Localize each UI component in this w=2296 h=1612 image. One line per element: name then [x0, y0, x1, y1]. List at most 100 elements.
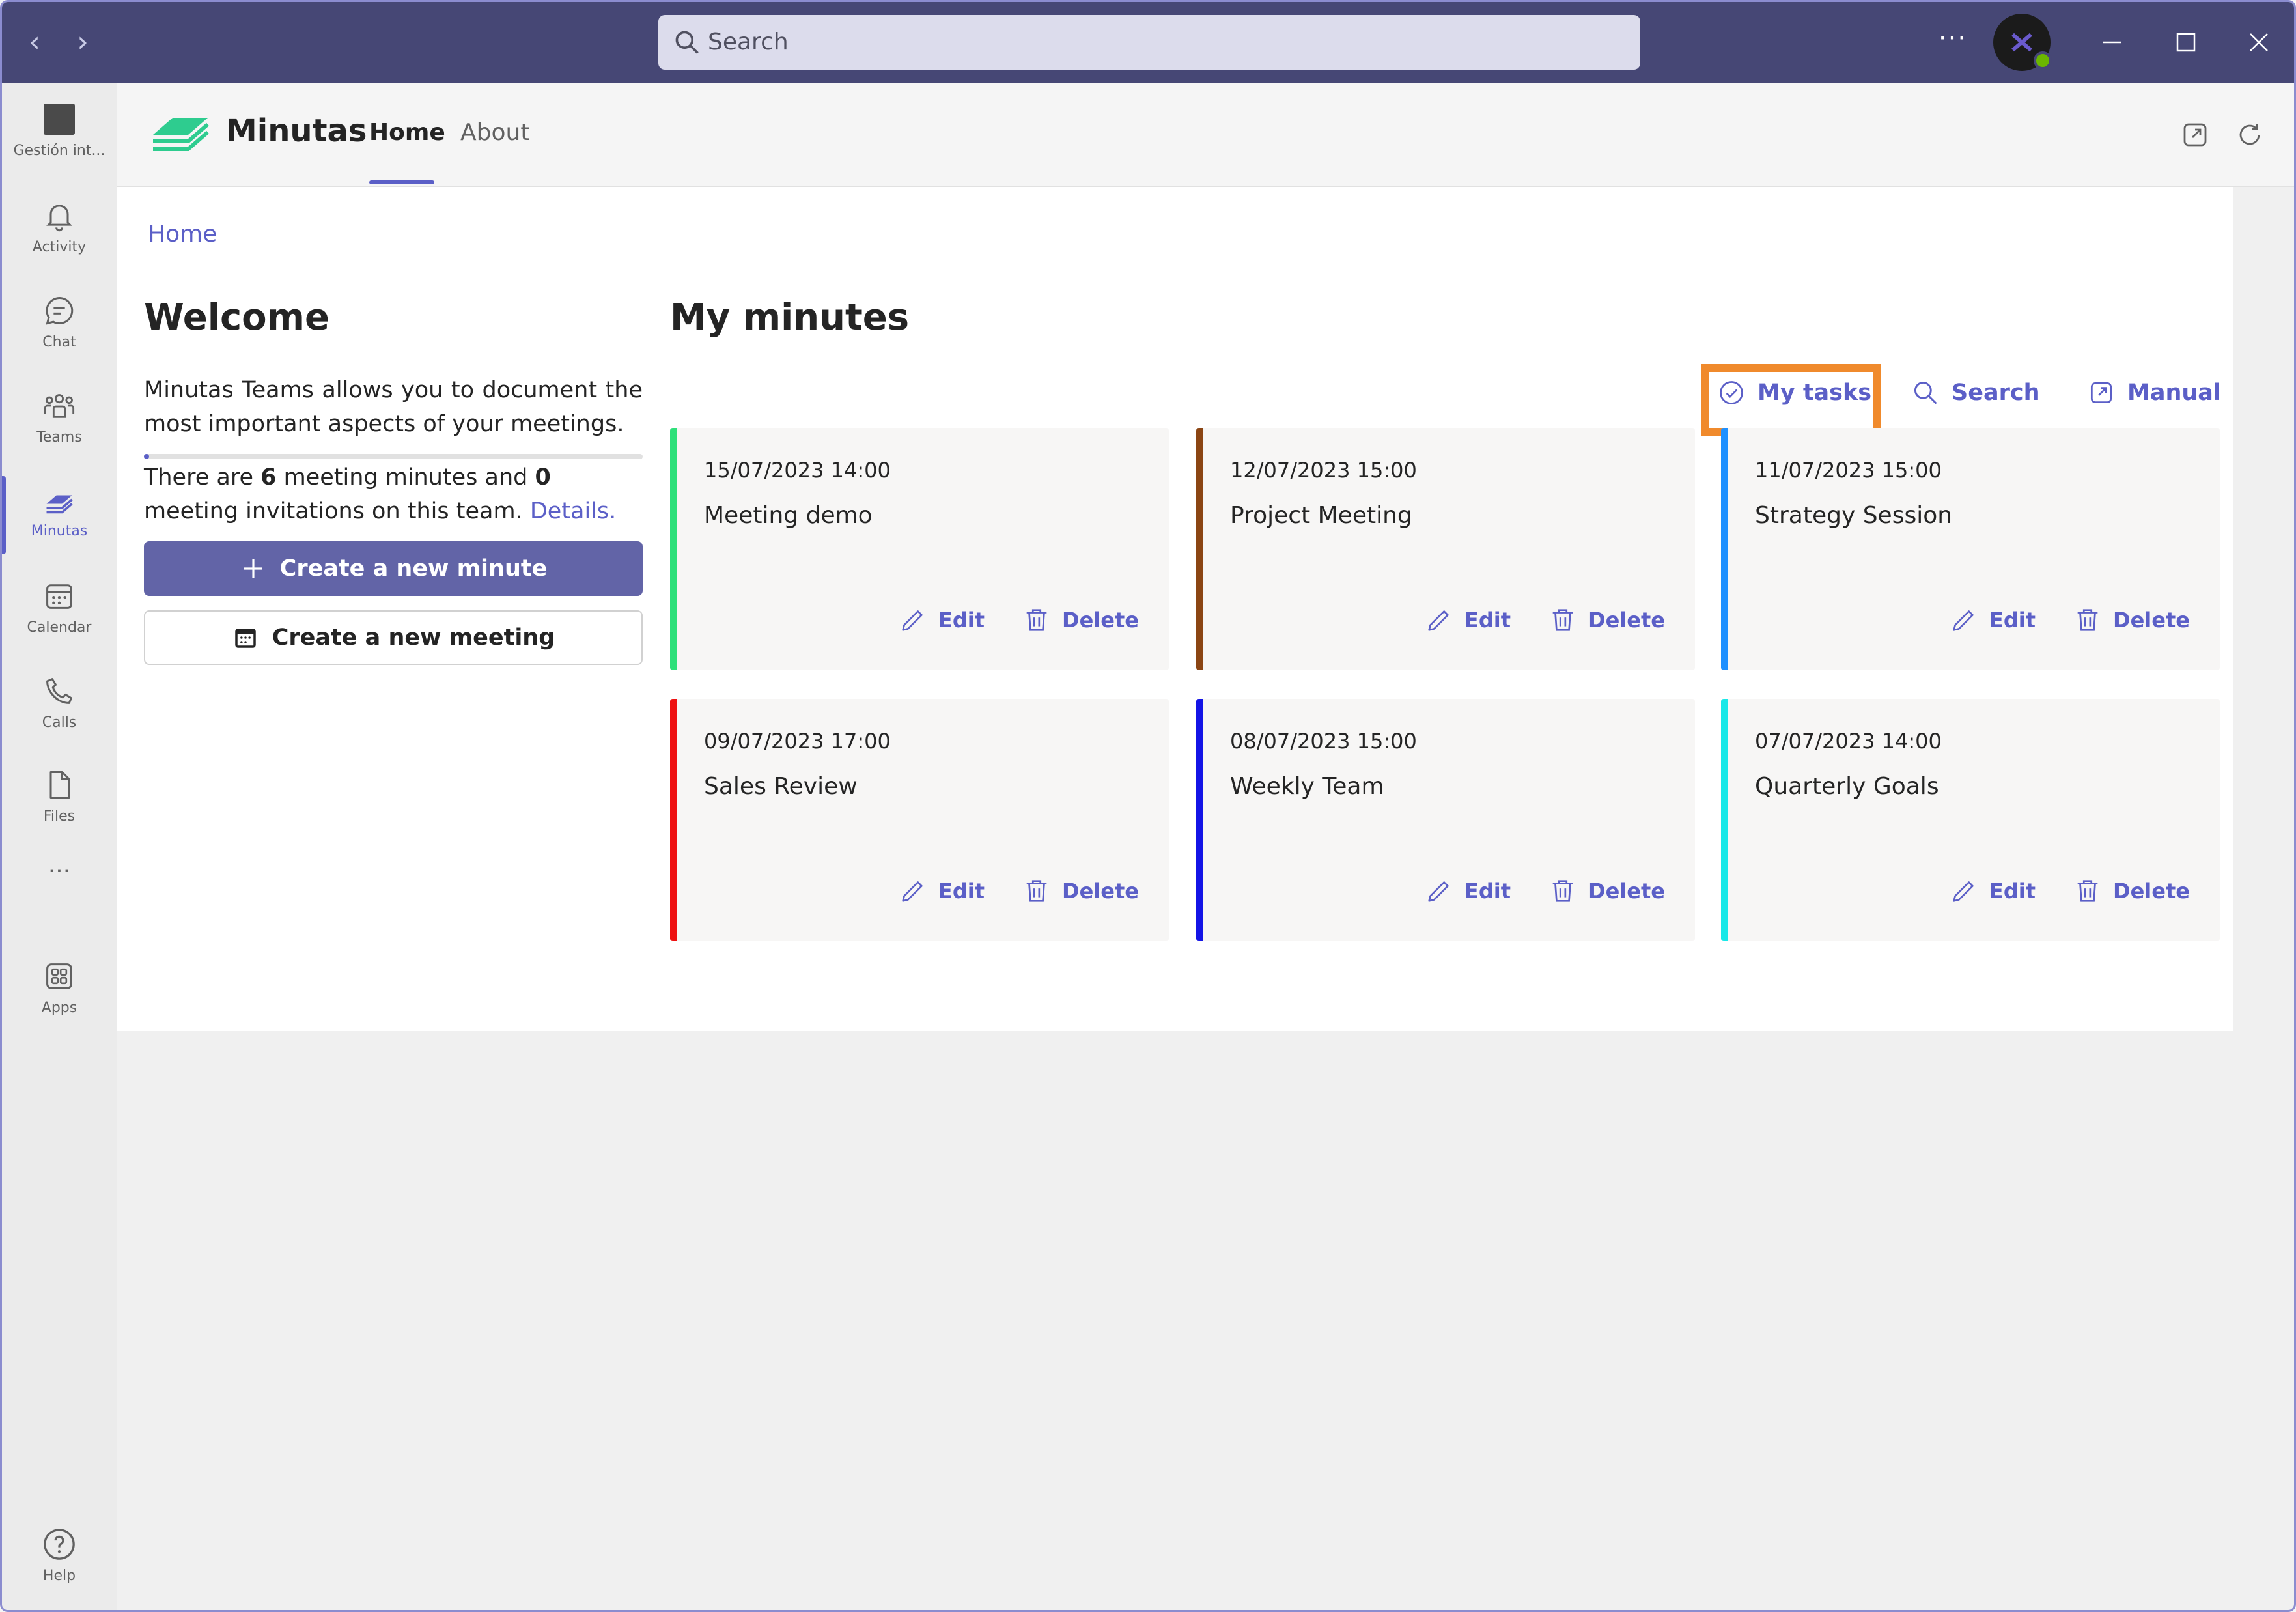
trash-icon — [1026, 880, 1047, 902]
popout-icon[interactable] — [2179, 119, 2211, 150]
welcome-description: Minutas Teams allows you to document the… — [144, 377, 643, 437]
stats-middle: meeting minutes and — [276, 464, 535, 490]
refresh-icon[interactable] — [2234, 119, 2265, 150]
edit-button[interactable]: Edit — [1949, 875, 2036, 907]
more-options-icon[interactable]: ··· — [1935, 23, 1971, 59]
rail-item-label: Files — [43, 808, 76, 825]
rail-item-label: Calls — [42, 714, 77, 731]
rail-item-files[interactable]: Files — [2, 761, 117, 846]
rail-item-more[interactable]: ··· — [2, 858, 117, 897]
teams-window: ‹ › Search ··· Gestión int... Activity C… — [0, 0, 2296, 1612]
edit-button[interactable]: Edit — [1949, 604, 2036, 636]
app-rail: Gestión int... Activity Chat Teams Minut… — [2, 83, 117, 1610]
edit-button[interactable]: Edit — [898, 604, 985, 636]
delete-button[interactable]: Delete — [1022, 604, 1139, 636]
trash-icon — [2077, 609, 2098, 631]
edit-button[interactable]: Edit — [1424, 875, 1511, 907]
rail-item-calendar[interactable]: Calendar — [2, 573, 117, 657]
minute-card[interactable]: 08/07/2023 15:00 Weekly Team Edit Delete — [1196, 699, 1695, 941]
manual-button[interactable]: Manual — [2087, 376, 2221, 410]
edit-label: Edit — [1989, 879, 2036, 903]
app-name: Minutas — [226, 113, 367, 149]
rail-item-chat[interactable]: Chat — [2, 287, 117, 372]
minute-card[interactable]: 07/07/2023 14:00 Quarterly Goals Edit De… — [1721, 699, 2220, 941]
minute-date: 12/07/2023 15:00 — [1230, 458, 1417, 483]
back-icon[interactable]: ‹ — [19, 27, 50, 58]
edit-button[interactable]: Edit — [1424, 604, 1511, 636]
rail-item-minutas[interactable]: Minutas — [2, 476, 117, 561]
delete-label: Delete — [2113, 879, 2190, 903]
phone-icon — [46, 678, 72, 704]
rail-item-apps[interactable]: Apps — [2, 953, 117, 1038]
help-label: Help — [42, 1568, 76, 1584]
tab-home[interactable]: Home — [369, 119, 445, 146]
avatar[interactable] — [1993, 14, 2052, 71]
team-square-icon — [44, 104, 75, 135]
edit-label: Edit — [1464, 608, 1511, 632]
search-icon — [1914, 381, 1937, 404]
rail-item-label: Chat — [42, 334, 76, 350]
stats-text: There are 6 meeting minutes and 0 meetin… — [144, 460, 652, 528]
delete-label: Delete — [1588, 879, 1665, 903]
trash-icon — [1552, 880, 1573, 902]
minutes-count: 6 — [260, 464, 277, 490]
delete-button[interactable]: Delete — [1548, 875, 1665, 907]
rail-item-gestion[interactable]: Gestión int... — [2, 96, 117, 180]
minute-card[interactable]: 11/07/2023 15:00 Strategy Session Edit D… — [1721, 428, 2220, 670]
trash-icon — [1552, 609, 1573, 631]
breadcrumb[interactable]: Home — [148, 221, 217, 247]
app-header: Minutas Home About — [117, 83, 2294, 187]
minute-date: 08/07/2023 15:00 — [1230, 729, 1417, 754]
minute-title: Meeting demo — [704, 502, 873, 529]
search-input[interactable]: Search — [658, 15, 1640, 70]
rail-item-label: Gestión int... — [13, 143, 105, 159]
file-icon — [49, 771, 70, 799]
delete-button[interactable]: Delete — [2073, 604, 2190, 636]
minute-title: Quarterly Goals — [1755, 773, 1939, 800]
rail-item-label: Calendar — [27, 619, 92, 636]
pencil-icon — [902, 610, 923, 631]
edit-button[interactable]: Edit — [898, 875, 985, 907]
rail-item-help[interactable]: Help — [2, 1526, 117, 1598]
delete-label: Delete — [2113, 608, 2190, 632]
tab-about[interactable]: About — [460, 119, 529, 146]
search-icon — [675, 31, 699, 54]
forward-icon[interactable]: › — [67, 27, 98, 58]
plus-icon — [244, 559, 262, 578]
search-label: Search — [1952, 380, 2040, 406]
create-meeting-button[interactable]: Create a new meeting — [144, 610, 643, 665]
minimize-icon[interactable] — [2091, 21, 2133, 63]
minute-date: 11/07/2023 15:00 — [1755, 458, 1942, 483]
rail-item-calls[interactable]: Calls — [2, 668, 117, 752]
trash-icon — [2077, 880, 2098, 902]
maximize-icon[interactable] — [2165, 21, 2207, 63]
minutas-logo-icon — [153, 118, 209, 151]
details-link[interactable]: Details. — [530, 498, 616, 524]
help-icon — [44, 1529, 75, 1560]
close-icon[interactable] — [2238, 21, 2280, 63]
manual-label: Manual — [2127, 380, 2221, 406]
teams-icon — [44, 394, 75, 418]
calendar-icon — [46, 584, 72, 609]
search-placeholder: Search — [708, 29, 789, 55]
minute-card[interactable]: 15/07/2023 14:00 Meeting demo Edit Delet… — [670, 428, 1169, 670]
rail-item-label: Teams — [36, 429, 82, 445]
create-minute-button[interactable]: Create a new minute — [144, 541, 643, 596]
minute-title: Project Meeting — [1230, 502, 1412, 529]
apps-icon — [46, 963, 72, 989]
rail-item-activity[interactable]: Activity — [2, 192, 117, 277]
rail-item-teams[interactable]: Teams — [2, 382, 117, 467]
minute-card[interactable]: 09/07/2023 17:00 Sales Review Edit Delet… — [670, 699, 1169, 941]
more-icon: ··· — [48, 858, 71, 884]
bell-icon — [46, 205, 72, 232]
minute-title: Strategy Session — [1755, 502, 1953, 529]
delete-button[interactable]: Delete — [1022, 875, 1139, 907]
minute-card[interactable]: 12/07/2023 15:00 Project Meeting Edit De… — [1196, 428, 1695, 670]
delete-button[interactable]: Delete — [1548, 604, 1665, 636]
search-button[interactable]: Search — [1911, 376, 2040, 410]
delete-button[interactable]: Delete — [2073, 875, 2190, 907]
pencil-icon — [1428, 881, 1449, 902]
edit-label: Edit — [1464, 879, 1511, 903]
delete-label: Delete — [1062, 879, 1139, 903]
edit-label: Edit — [938, 879, 985, 903]
